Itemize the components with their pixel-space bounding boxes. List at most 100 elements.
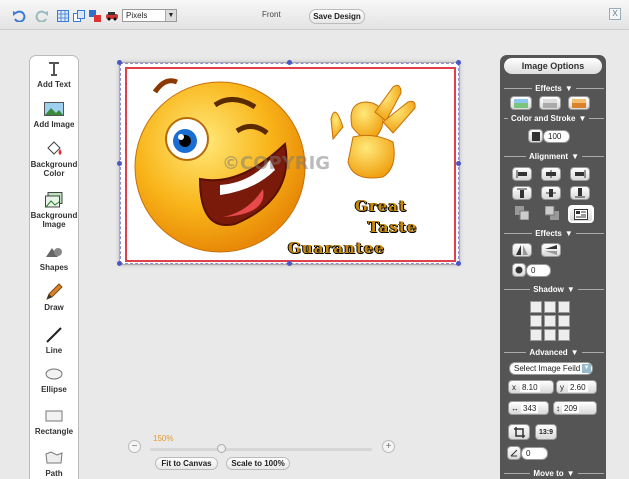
shadow-option[interactable] [558,329,570,341]
shadow-option[interactable] [530,301,542,313]
section-move-to[interactable]: Move to ▼ [504,469,604,478]
flip-vertical-icon [545,245,557,255]
layers-icon[interactable] [88,9,102,23]
car-icon[interactable] [105,9,119,23]
add-image-tool[interactable]: Add Image [30,99,78,129]
resize-handle[interactable] [117,60,122,65]
draw-tool[interactable]: Draw [30,282,78,312]
selection-box[interactable] [120,63,459,264]
add-text-tool[interactable]: Add Text [30,59,78,89]
scale-to-100-button[interactable]: Scale to 100% [226,457,290,470]
close-button[interactable]: X [609,8,621,20]
image-options-panel: Image Options Effects ▼ Color and Stroke ▼… [500,55,606,479]
grid-icon[interactable] [56,9,70,23]
shapes-icon [30,242,78,262]
resize-handle[interactable] [117,261,122,266]
align-middle-icon [546,189,556,197]
resize-handle[interactable] [287,261,292,266]
chevron-down-icon: ▼ [582,364,591,373]
zoom-slider[interactable] [150,448,372,451]
image-icon [30,99,78,119]
align-left-icon [516,170,527,178]
shadow-option[interactable] [558,315,570,327]
align-right-button[interactable] [570,167,590,181]
image-icon [543,98,557,108]
units-select[interactable]: Pixels ▼ [122,9,177,22]
aspect-ratio-button[interactable]: 13:9 [535,424,557,440]
shadow-option[interactable] [558,301,570,313]
rotation-stepper[interactable]: 0 [521,447,548,460]
background-color-tool[interactable]: Background Color [30,139,78,178]
section-effects-2[interactable]: Effects ▼ [504,229,605,238]
section-shadow[interactable]: Shadow ▼ [504,285,604,294]
flip-horizontal-icon [516,245,528,255]
shadow-direction-grid[interactable] [530,301,570,341]
redo-icon[interactable] [35,9,49,23]
align-center-icon [546,170,556,178]
rectangle-icon [30,406,78,426]
paint-bucket-icon [30,139,78,159]
flip-vertical-button[interactable] [541,243,561,257]
shadow-option[interactable] [544,329,556,341]
shapes-tool[interactable]: Shapes [30,242,78,272]
bring-forward-icon[interactable] [515,206,530,222]
section-advanced[interactable]: Advanced ▼ [504,348,604,357]
rectangle-tool[interactable]: Rectangle [30,406,78,436]
stroke-width-stepper[interactable]: 100 [543,130,570,143]
zoom-in-icon[interactable]: + [382,440,395,453]
align-bottom-button[interactable] [570,186,590,200]
resize-handle[interactable] [456,60,461,65]
path-tool[interactable]: Path [30,448,78,478]
effect-grayscale-button[interactable] [539,96,561,110]
zoom-level: 150% [153,434,174,443]
shadow-option[interactable] [530,329,542,341]
save-design-button[interactable]: Save Design [309,9,365,24]
copy-icon[interactable] [72,9,86,23]
align-center-button[interactable] [541,167,561,181]
section-color-stroke[interactable]: Color and Stroke ▼ [504,114,604,123]
align-left-button[interactable] [512,167,532,181]
zoom-out-icon[interactable]: − [128,440,141,453]
effect-sepia-button[interactable] [568,96,590,110]
pencil-icon [30,282,78,302]
line-tool[interactable]: Line [30,325,78,355]
undo-icon[interactable] [12,9,26,23]
blur-stepper[interactable]: 0 [526,264,551,277]
fit-to-canvas-button[interactable]: Fit to Canvas [155,457,218,470]
section-alignment[interactable]: Alignment ▼ [504,152,604,161]
width-icon: ↔ [511,403,519,413]
background-image-icon [30,190,78,210]
shadow-option[interactable] [544,315,556,327]
stroke-color-swatch[interactable] [528,129,543,143]
resize-handle[interactable] [456,261,461,266]
effect-normal-button[interactable] [510,96,532,110]
resize-handle[interactable] [287,60,292,65]
resize-handle[interactable] [456,161,461,166]
chevron-down-icon: ▼ [564,229,573,238]
send-backward-icon[interactable] [544,205,559,222]
zoom-slider-handle[interactable] [217,444,226,453]
resize-handle[interactable] [117,161,122,166]
blur-icon[interactable] [512,263,526,277]
height-field[interactable]: ↕ 209 [553,401,597,415]
x-position-field[interactable]: x 8.10 [508,380,554,394]
background-image-tool[interactable]: Background Image [30,190,78,229]
align-middle-button[interactable] [541,186,561,200]
chevron-down-icon: ▼ [571,152,580,161]
crop-icon [513,426,525,438]
select-image-field[interactable]: Select Image Feild ▼ [509,362,593,375]
crop-button[interactable] [508,424,530,440]
flip-horizontal-button[interactable] [512,243,532,257]
design-canvas[interactable]: ©COPYRIG Great Taste Guarantee [117,60,461,266]
chevron-down-icon: ▼ [578,114,587,123]
ellipse-tool[interactable]: Ellipse [30,364,78,394]
section-effects[interactable]: Effects ▼ [504,84,605,93]
shadow-option[interactable] [530,315,542,327]
y-position-field[interactable]: y 2.60 [556,380,597,394]
shadow-option[interactable] [544,301,556,313]
align-top-button[interactable] [512,186,532,200]
chevron-down-icon[interactable]: ▼ [165,10,176,21]
arrange-button[interactable] [568,205,594,223]
rotate-icon[interactable] [507,446,521,460]
width-field[interactable]: ↔ 343 [508,401,549,415]
